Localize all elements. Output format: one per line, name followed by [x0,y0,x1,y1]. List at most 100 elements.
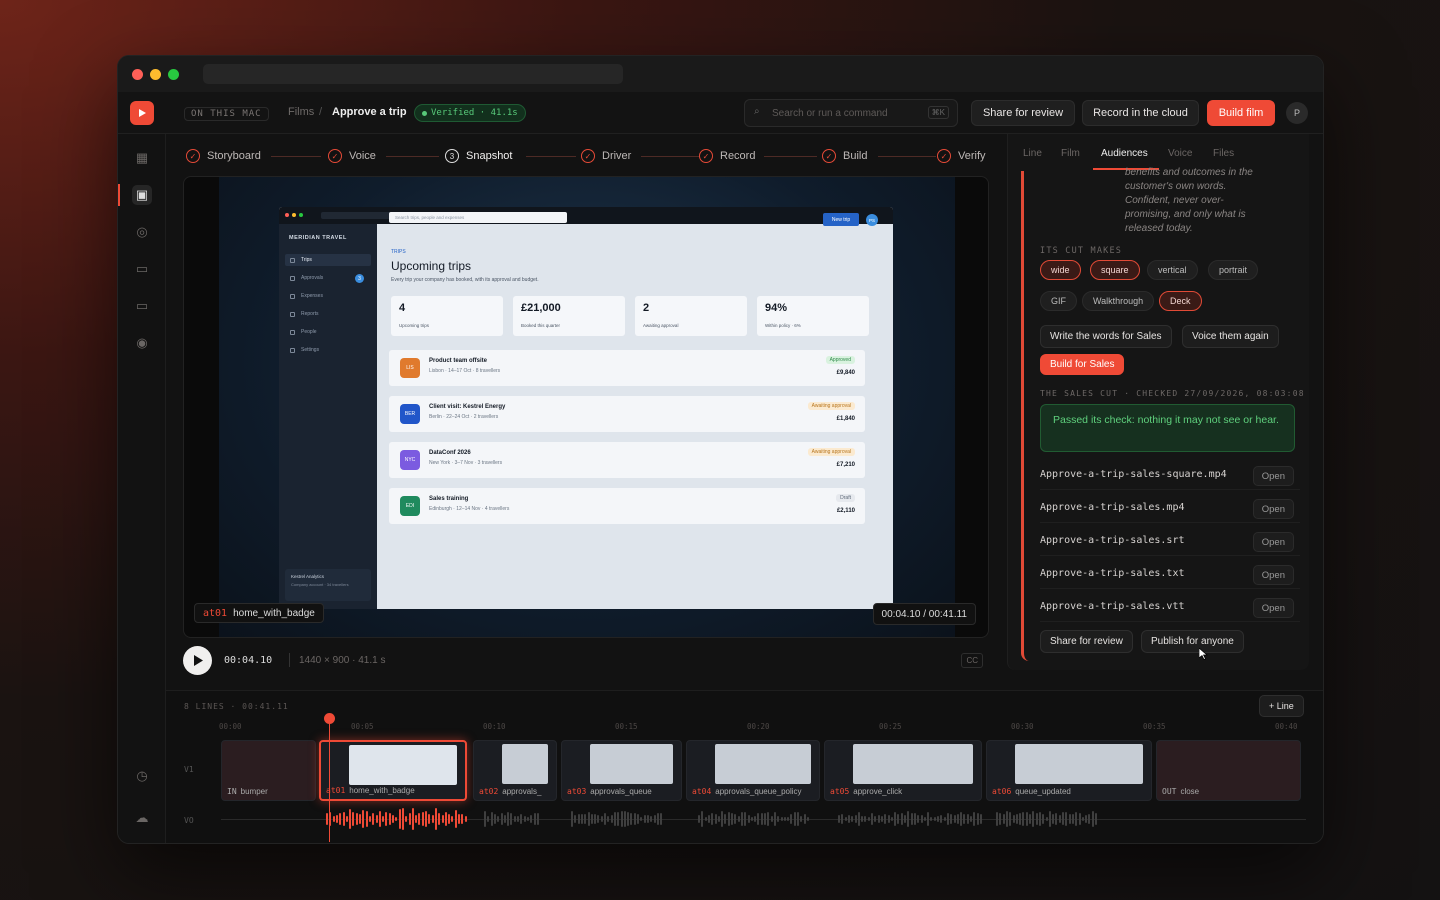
preview-stat-value: £21,000 [521,302,561,314]
waveform-bar [607,816,610,822]
preview-nav-icon [290,276,295,281]
address-bar[interactable] [203,64,623,84]
waveform-bar [408,813,411,825]
waveform-bar [727,811,730,827]
add-line-button[interactable]: + Line [1259,695,1304,717]
waveform-bar [613,812,616,826]
avatar[interactable]: P [1286,102,1308,124]
build-film-button[interactable]: Build film [1207,100,1275,126]
preview-approvals-count: 3 [355,274,364,283]
step-verify[interactable]: ✓ Verify [937,149,986,163]
file-name: Approve-a-trip-sales.vtt [1040,601,1185,612]
command-search[interactable]: ⌕ Search or run a command ⌘K [744,99,958,127]
tab-audiences[interactable]: Audiences [1101,148,1148,159]
zoom-window-button[interactable] [168,69,179,80]
app-logo[interactable] [130,101,154,125]
playhead-line[interactable] [329,717,330,842]
waveform-bar [421,812,424,826]
waveform-bar [372,812,375,826]
step-label: Build [843,150,868,162]
waveform-bar [953,814,956,824]
clip-thumbnail [715,744,811,784]
breadcrumb-root[interactable]: Films [288,106,314,118]
preview-nav-icon [290,348,295,353]
clip-thumbnail [502,744,548,784]
format-pill-portrait[interactable]: portrait [1208,260,1259,280]
waveform-bar [520,814,523,824]
publish-for-anyone-button[interactable]: Publish for anyone [1141,630,1244,653]
globe-icon[interactable]: ◎ [132,222,152,242]
tab-files[interactable]: Files [1213,148,1234,159]
open-file-button[interactable]: Open [1252,499,1294,519]
format-pill-vertical[interactable]: vertical [1147,260,1198,280]
format-pill-gif[interactable]: GIF [1040,291,1077,311]
cloud-icon[interactable]: ☁ [132,808,152,828]
waveform-bar [747,815,750,823]
waveform-bar [701,811,704,827]
timeline-clip[interactable]: at05 approve_click [824,740,982,801]
timeline-clip[interactable]: at01 home_with_badge [319,740,467,801]
clock-icon[interactable]: ◷ [132,766,152,786]
record-in-cloud-button[interactable]: Record in the cloud [1082,100,1199,126]
preview-stat-label: Booked this quarter [521,323,561,328]
clip-name: home_with_badge [349,786,415,795]
write-words-button[interactable]: Write the words for Sales [1040,325,1172,348]
timeline-clip[interactable]: at02 approvals_ [473,740,557,801]
format-pill-square[interactable]: square [1090,260,1140,280]
format-pill-wide[interactable]: wide [1040,260,1081,280]
step-snapshot[interactable]: 3 Snapshot [445,149,512,163]
step-storyboard[interactable]: ✓ Storyboard [186,149,261,163]
step-record[interactable]: ✓ Record [699,149,755,163]
play-button[interactable] [183,646,212,675]
timeline-clip[interactable]: at04 approvals_queue_policy [686,740,820,801]
waveform-bar [867,816,870,821]
timeline-clip[interactable]: OUT close [1156,740,1301,801]
waveform-bar [490,811,493,827]
waveform-bar [950,814,953,824]
build-for-sales-button[interactable]: Build for Sales [1040,354,1125,375]
waveform-bar [633,813,636,825]
tab-film[interactable]: Film [1061,148,1080,159]
open-file-button[interactable]: Open [1252,532,1294,552]
tab-voice[interactable]: Voice [1168,148,1192,159]
captions-toggle[interactable]: CC [961,653,983,668]
share-for-review-panel-button[interactable]: Share for review [1040,630,1133,653]
waveform-bar [933,816,936,822]
description-line: benefits and outcomes in the [1125,167,1253,178]
open-file-button[interactable]: Open [1252,565,1294,585]
check-icon: ✓ [822,149,836,163]
monitor-icon[interactable]: ▭ [132,259,152,279]
grid-icon[interactable]: ▦ [132,148,152,168]
waveform-bar [857,812,860,826]
open-file-button[interactable]: Open [1252,598,1294,618]
right-panel: Line Film Audiences Voice Files benefits and… [1007,134,1309,670]
target-icon[interactable]: ◉ [132,333,152,353]
voice-again-button[interactable]: Voice them again [1182,325,1279,348]
playhead-handle[interactable] [324,713,335,724]
step-build[interactable]: ✓ Build [822,149,867,163]
display-icon[interactable]: ▭ [132,296,152,316]
timeline-clip[interactable]: at06 queue_updated [986,740,1152,801]
timeline-clip[interactable]: IN bumper [221,740,316,801]
share-for-review-button[interactable]: Share for review [971,100,1075,126]
video-preview[interactable]: MERIDIAN TRAVEL Trips Approvals Expenses Re… [183,176,989,638]
preview-trip-row: BER Client visit: Kestrel Energy Berlin · … [389,396,865,432]
waveform-bar [698,815,700,823]
preview-stat-card: 94% Within policy · 6% [757,296,869,336]
preview-timecode: 00:04.10 / 00:41.11 [872,603,976,625]
close-window-button[interactable] [132,69,143,80]
minimize-window-button[interactable] [150,69,161,80]
open-file-button[interactable]: Open [1252,466,1294,486]
timeline-clip[interactable]: at03 approvals_queue [561,740,682,801]
preview-nav-item: Settings [301,347,320,353]
tab-line[interactable]: Line [1023,148,1042,159]
waveform-bar [580,814,583,824]
verified-badge-text: Verified · 41.1s [431,108,518,118]
step-voice[interactable]: ✓ Voice [328,149,376,163]
film-icon[interactable]: ▣ [132,185,152,205]
format-pill-deck[interactable]: Deck [1159,291,1202,311]
format-pill-walkthrough[interactable]: Walkthrough [1082,291,1155,311]
waveform-bar [1091,811,1094,827]
step-driver[interactable]: ✓ Driver [581,149,631,163]
preview-trip-code: EDI [400,496,420,516]
